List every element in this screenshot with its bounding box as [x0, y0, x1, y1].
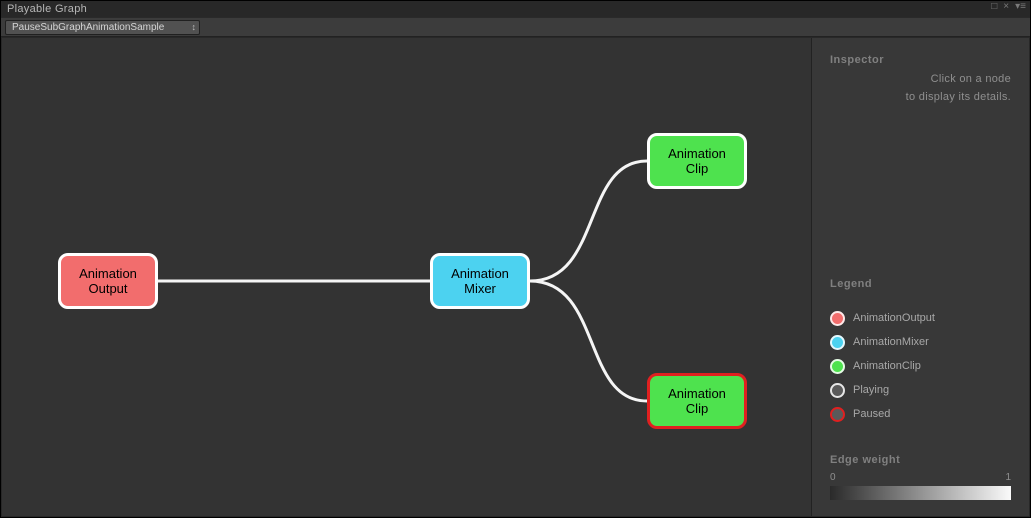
inspector-title: Inspector — [830, 54, 1011, 66]
legend-item: Paused — [830, 402, 1011, 426]
graph-select-dropdown[interactable]: PauseSubGraphAnimationSample — [5, 20, 200, 35]
edge-weight-labels: 0 1 — [830, 472, 1011, 483]
legend-swatch-icon — [830, 359, 845, 374]
node-label: Animation Clip — [668, 386, 726, 416]
legend-swatch-icon — [830, 335, 845, 350]
legend-label: Playing — [853, 384, 889, 396]
node-animation-clip-2[interactable]: Animation Clip — [647, 373, 747, 429]
edge-weight-min: 0 — [830, 472, 836, 483]
main-area: Animation Output Animation Mixer Animati… — [2, 38, 1029, 516]
node-label: Animation Mixer — [451, 266, 509, 296]
legend-item: AnimationOutput — [830, 306, 1011, 330]
legend-swatch-icon — [830, 311, 845, 326]
edge-weight-title: Edge weight — [830, 454, 1011, 466]
node-animation-output[interactable]: Animation Output — [58, 253, 158, 309]
sidebar-spacer — [830, 108, 1011, 278]
maximize-icon[interactable]: □ — [991, 2, 997, 12]
inspector-hint-1: Click on a node — [830, 72, 1011, 86]
legend-label: AnimationOutput — [853, 312, 935, 324]
legend-label: Paused — [853, 408, 890, 420]
node-label: Animation Output — [79, 266, 137, 296]
graph-canvas[interactable]: Animation Output Animation Mixer Animati… — [2, 38, 811, 516]
window-title: Playable Graph — [7, 3, 87, 15]
window-titlebar: Playable Graph □ × ▾≡ — [1, 1, 1030, 17]
toolbar: PauseSubGraphAnimationSample — [1, 17, 1030, 37]
edge-weight-max: 1 — [1005, 472, 1011, 483]
sidebar: Inspector Click on a node to display its… — [811, 38, 1029, 516]
playable-graph-window: Playable Graph □ × ▾≡ PauseSubGraphAnima… — [0, 0, 1031, 518]
node-label: Animation Clip — [668, 146, 726, 176]
legend-label: AnimationMixer — [853, 336, 929, 348]
legend-swatch-icon — [830, 407, 845, 422]
legend-item: Playing — [830, 378, 1011, 402]
edge-weight-gradient — [830, 486, 1011, 500]
close-icon[interactable]: × — [1003, 2, 1009, 12]
context-menu-icon[interactable]: ▾≡ — [1015, 2, 1026, 12]
dropdown-label: PauseSubGraphAnimationSample — [12, 22, 164, 33]
legend-swatch-icon — [830, 383, 845, 398]
legend-list: AnimationOutput AnimationMixer AnimationCl… — [830, 306, 1011, 426]
node-animation-clip-1[interactable]: Animation Clip — [647, 133, 747, 189]
legend-item: AnimationClip — [830, 354, 1011, 378]
edge-weight-section: Edge weight 0 1 — [830, 454, 1011, 500]
legend-item: AnimationMixer — [830, 330, 1011, 354]
inspector-hint-2: to display its details. — [830, 90, 1011, 104]
legend-label: AnimationClip — [853, 360, 921, 372]
legend-title: Legend — [830, 278, 1011, 290]
window-controls: □ × ▾≡ — [991, 2, 1026, 12]
node-animation-mixer[interactable]: Animation Mixer — [430, 253, 530, 309]
